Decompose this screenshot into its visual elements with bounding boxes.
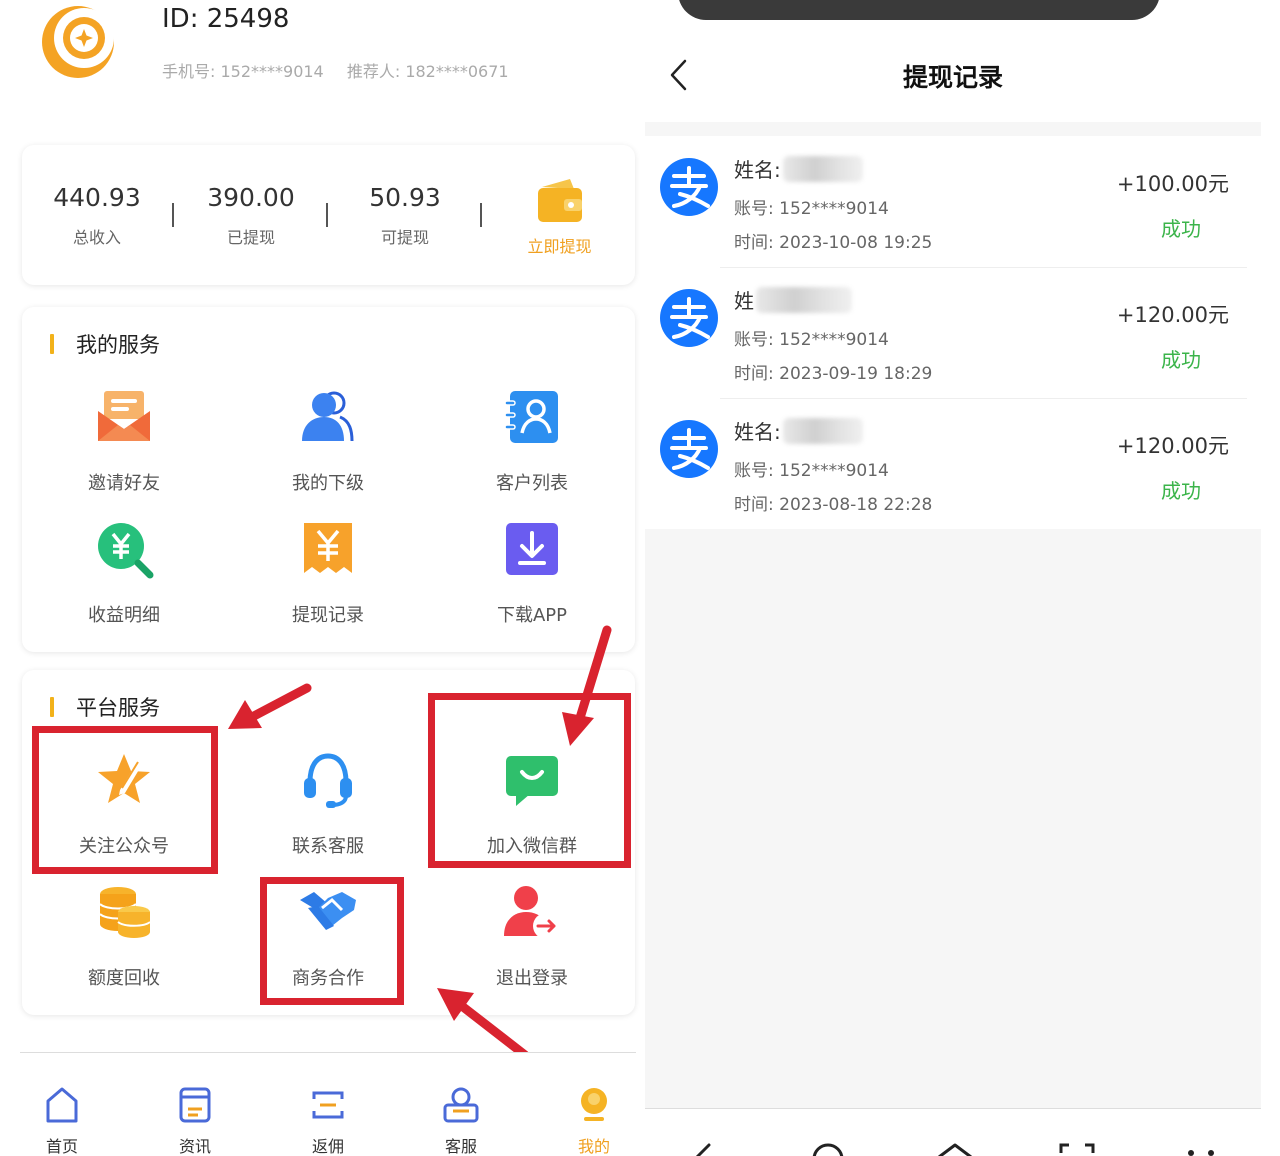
- account-number: 账号: 152****9014: [734, 199, 889, 219]
- tab-service[interactable]: 客服: [421, 1085, 501, 1156]
- arrow-business: [437, 988, 530, 1060]
- bottom-tab-bar: 首页 资讯 返佣 客服 我的: [20, 1052, 636, 1156]
- withdraw-record-list: 姓名: 账号: 152****9014 时间: 2023-10-08 19:25…: [645, 136, 1261, 529]
- tab-label: 我的: [577, 1137, 610, 1156]
- payee-name: 姓名:: [734, 154, 863, 183]
- redacted-name: [756, 286, 852, 313]
- tab-label: 首页: [45, 1137, 78, 1156]
- withdraw-amount: +120.00元: [1116, 303, 1229, 327]
- camera-notch: [678, 0, 1160, 20]
- redacted-name: [782, 417, 863, 444]
- status-badge: 成功: [1161, 348, 1201, 372]
- withdraw-records-panel: 提现记录 姓名: 账号: 152****9014 时间: 2023-10-08 …: [645, 0, 1261, 1156]
- name-label: 姓名:: [734, 420, 781, 444]
- home-icon: [46, 1087, 78, 1123]
- nav-home-icon[interactable]: [935, 1141, 975, 1156]
- annotation-arrows: [228, 625, 612, 1060]
- payee-name: 姓名:: [734, 416, 863, 445]
- name-label: 姓名:: [734, 158, 781, 182]
- status-badge: 成功: [1161, 217, 1201, 241]
- withdraw-record[interactable]: 姓名: 账号: 152****9014 时间: 2023-10-08 19:25…: [645, 136, 1261, 267]
- tab-label: 返佣: [311, 1137, 344, 1156]
- alipay-icon: [660, 420, 718, 478]
- system-nav-bar: [645, 1108, 1261, 1156]
- withdraw-time: 时间: 2023-09-19 18:29: [734, 364, 933, 384]
- account-number: 账号: 152****9014: [734, 330, 889, 350]
- withdraw-time: 时间: 2023-08-18 22:28: [734, 495, 933, 515]
- withdraw-time: 时间: 2023-10-08 19:25: [734, 233, 933, 253]
- tab-label: 资讯: [178, 1137, 211, 1156]
- news-icon: [179, 1087, 211, 1123]
- arrow-official-account: [228, 683, 312, 729]
- service-icon: [443, 1087, 479, 1123]
- arrow-wechat-group: [562, 625, 612, 746]
- account-number: 账号: 152****9014: [734, 461, 889, 481]
- nav-more-icon[interactable]: [1181, 1141, 1221, 1156]
- tab-profile[interactable]: 我的: [554, 1085, 634, 1156]
- payee-name: 姓: [734, 285, 852, 314]
- withdraw-amount: +120.00元: [1116, 434, 1229, 458]
- withdraw-record[interactable]: 姓名: 账号: 152****9014 时间: 2023-08-18 22:28…: [645, 398, 1261, 529]
- user-center-panel: ID: 25498 手机号: 152****9014 推荐人: 182****0…: [0, 0, 645, 1156]
- redacted-name: [782, 155, 863, 182]
- tab-news[interactable]: 资讯: [155, 1085, 235, 1156]
- nav-search-icon[interactable]: [808, 1141, 848, 1156]
- withdraw-record[interactable]: 姓 账号: 152****9014 时间: 2023-09-19 18:29 +…: [645, 267, 1261, 398]
- nav-scan-icon[interactable]: [1057, 1141, 1097, 1156]
- rebate-icon: [312, 1091, 344, 1119]
- status-badge: 成功: [1161, 479, 1201, 503]
- page-header: 提现记录: [645, 0, 1261, 122]
- alipay-icon: [660, 289, 718, 347]
- alipay-icon: [660, 158, 718, 216]
- profile-icon: [581, 1088, 607, 1121]
- nav-back-icon[interactable]: [685, 1141, 725, 1156]
- name-label: 姓: [734, 289, 754, 313]
- withdraw-amount: +100.00元: [1116, 172, 1229, 196]
- tab-label: 客服: [444, 1137, 477, 1156]
- tab-home[interactable]: 首页: [22, 1085, 102, 1156]
- tab-rebate[interactable]: 返佣: [288, 1085, 368, 1156]
- page-title: 提现记录: [902, 63, 1003, 92]
